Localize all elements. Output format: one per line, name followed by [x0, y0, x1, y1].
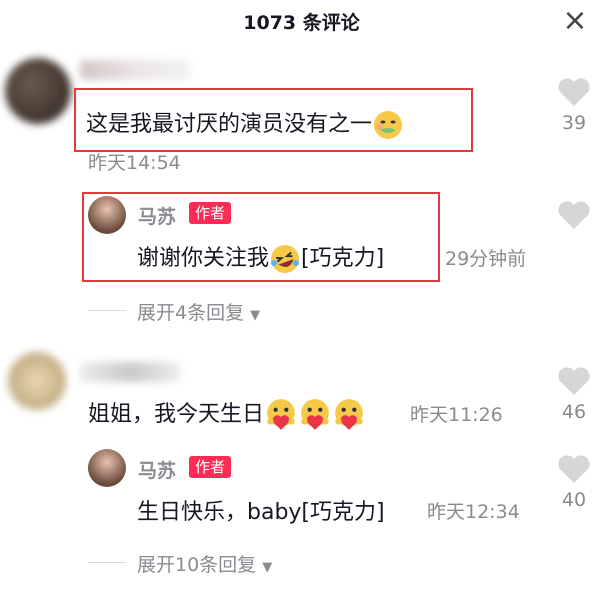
- like-heart-icon[interactable]: [557, 200, 591, 230]
- like-heart-icon[interactable]: [557, 454, 591, 484]
- comment-time: 昨天14:54: [88, 152, 181, 174]
- divider: [88, 310, 126, 311]
- like-heart-icon[interactable]: [557, 366, 591, 396]
- rofl-face-icon: [271, 245, 300, 273]
- divider: [88, 562, 126, 563]
- comment-text[interactable]: 这是我最讨厌的演员没有之一: [86, 106, 404, 141]
- comment-time: 昨天11:26: [410, 404, 503, 426]
- like-count: 40: [561, 489, 587, 511]
- author-avatar[interactable]: [88, 449, 126, 487]
- heart-hug-face-icon: [335, 399, 363, 430]
- heart-hug-face-icon: [267, 399, 295, 430]
- reply-time: 昨天12:34: [427, 501, 520, 523]
- reply-text[interactable]: 谢谢你关注我 [巧克力]: [137, 240, 384, 275]
- author-badge: 作者: [189, 202, 232, 224]
- reply-text[interactable]: 生日快乐，baby[巧克力]: [137, 494, 385, 526]
- author-name[interactable]: 马苏: [138, 456, 176, 483]
- close-icon[interactable]: ×: [560, 6, 590, 36]
- like-count: 39: [561, 112, 587, 134]
- nauseated-face-icon: [374, 111, 403, 139]
- comment-text-label: 这是我最讨厌的演员没有之一: [86, 112, 373, 137]
- like-heart-icon[interactable]: [557, 77, 591, 107]
- reply-time: 29分钟前: [445, 248, 527, 270]
- expand-replies-label: 展开10条回复: [137, 554, 257, 576]
- avatar[interactable]: [5, 58, 71, 124]
- reply-text-suffix: [巧克力]: [301, 246, 385, 271]
- chevron-down-icon: ▼: [262, 560, 273, 575]
- comment-text[interactable]: 姐姐，我今天生日: [88, 396, 366, 432]
- author-badge: 作者: [189, 456, 232, 478]
- reply-text-label: 谢谢你关注我: [137, 246, 270, 271]
- like-count: 46: [561, 401, 587, 423]
- comments-title: 1073 条评论: [243, 12, 360, 34]
- username-blurred[interactable]: [80, 362, 180, 382]
- avatar[interactable]: [8, 352, 66, 410]
- chevron-down-icon: ▼: [250, 308, 261, 323]
- comment-text-label: 姐姐，我今天生日: [88, 402, 265, 427]
- author-avatar[interactable]: [88, 196, 126, 234]
- expand-replies-button[interactable]: 展开10条回复 ▼: [137, 550, 272, 577]
- expand-replies-button[interactable]: 展开4条回复 ▼: [137, 298, 260, 325]
- expand-replies-label: 展开4条回复: [137, 302, 245, 324]
- heart-hug-face-icon: [301, 399, 329, 430]
- username-blurred[interactable]: [80, 60, 190, 80]
- author-name[interactable]: 马苏: [138, 202, 176, 229]
